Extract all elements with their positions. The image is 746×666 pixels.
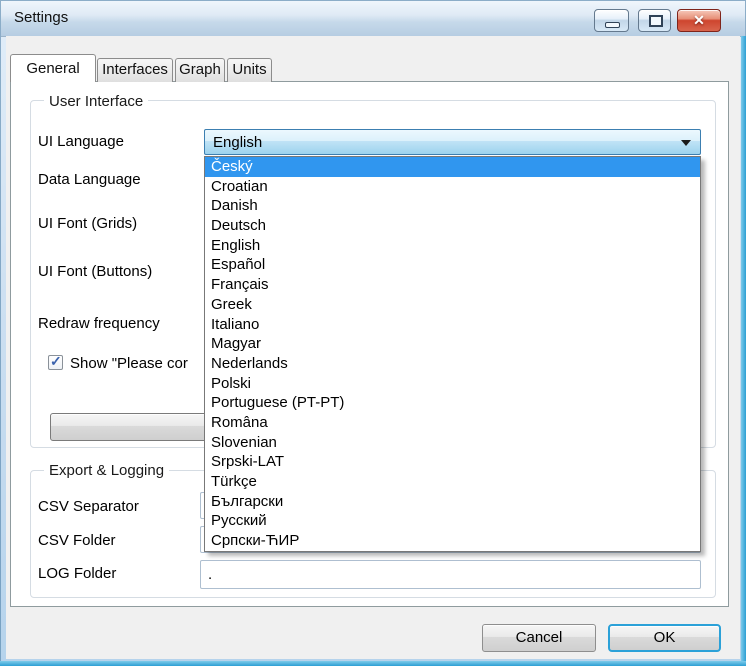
dropdown-option[interactable]: Polski (205, 374, 700, 394)
dropdown-option[interactable]: Český (205, 157, 700, 177)
log-folder-value: . (208, 566, 213, 583)
window-frame-bottom (0, 661, 746, 666)
show-please-connect-checkbox[interactable]: ✓ (48, 353, 63, 370)
settings-window: Settings ✕ General Interfaces Graph Unit… (0, 0, 746, 666)
tab-general[interactable]: General (10, 54, 96, 82)
ok-button[interactable]: OK (608, 624, 721, 652)
dropdown-option[interactable]: Srpski-LAT (205, 452, 700, 472)
dropdown-option[interactable]: Deutsch (205, 216, 700, 236)
ui-language-combobox-value: English (213, 134, 263, 151)
tab-graph[interactable]: Graph (175, 58, 225, 82)
check-icon: ✓ (50, 353, 62, 369)
dropdown-option[interactable]: Türkçe (205, 472, 700, 492)
dropdown-option[interactable]: Croatian (205, 177, 700, 197)
close-button[interactable]: ✕ (677, 9, 721, 32)
dropdown-option[interactable]: Español (205, 255, 700, 275)
log-folder-input[interactable]: . (200, 560, 701, 589)
chevron-down-icon (681, 140, 691, 146)
window-frame-right (741, 36, 746, 666)
minimize-button[interactable] (594, 9, 629, 32)
dropdown-option[interactable]: Greek (205, 295, 700, 315)
csv-folder-label: CSV Folder (38, 532, 116, 549)
close-icon: ✕ (693, 12, 705, 28)
tab-interfaces[interactable]: Interfaces (97, 58, 173, 82)
ok-button-label: OK (653, 629, 676, 646)
titlebar[interactable]: Settings (1, 1, 745, 37)
tab-units-label: Units (232, 61, 267, 78)
dropdown-option[interactable]: English (205, 236, 700, 256)
tab-general-label: General (26, 60, 80, 77)
dropdown-option[interactable]: Italiano (205, 315, 700, 335)
data-language-label: Data Language (38, 171, 141, 188)
dropdown-option[interactable]: Româna (205, 413, 700, 433)
show-please-connect-label: Show "Please cor (70, 355, 188, 372)
cancel-button[interactable]: Cancel (482, 624, 596, 652)
log-folder-label: LOG Folder (38, 565, 117, 582)
dropdown-option[interactable]: Nederlands (205, 354, 700, 374)
tab-interfaces-label: Interfaces (102, 61, 168, 78)
dropdown-option[interactable]: Русский (205, 511, 700, 531)
ui-language-label: UI Language (38, 133, 124, 150)
tab-units[interactable]: Units (227, 58, 272, 82)
ui-language-dropdown-list[interactable]: Český Croatian Danish Deutsch English Español… (204, 156, 701, 552)
ui-font-buttons-label: UI Font (Buttons) (38, 263, 153, 280)
ui-language-combobox[interactable]: English (204, 129, 701, 155)
dropdown-option[interactable]: Српски-ЋИР (205, 531, 700, 551)
dropdown-option[interactable]: Slovenian (205, 433, 700, 453)
redraw-frequency-label: Redraw frequency (38, 315, 160, 332)
user-interface-group-title: User Interface (44, 93, 149, 110)
ui-font-grids-label: UI Font (Grids) (38, 215, 138, 232)
export-logging-group-title: Export & Logging (44, 462, 170, 479)
cancel-button-label: Cancel (515, 629, 563, 646)
maximize-button[interactable] (638, 9, 671, 32)
window-title: Settings (14, 9, 69, 26)
maximize-icon (648, 15, 663, 27)
tab-graph-label: Graph (179, 61, 221, 78)
dropdown-option[interactable]: Danish (205, 196, 700, 216)
dropdown-option[interactable]: Français (205, 275, 700, 295)
minimize-icon (604, 22, 620, 28)
dropdown-option[interactable]: Portuguese (PT-PT) (205, 393, 700, 413)
csv-separator-label: CSV Separator (38, 498, 139, 515)
dropdown-option[interactable]: Български (205, 492, 700, 512)
dropdown-option[interactable]: Magyar (205, 334, 700, 354)
